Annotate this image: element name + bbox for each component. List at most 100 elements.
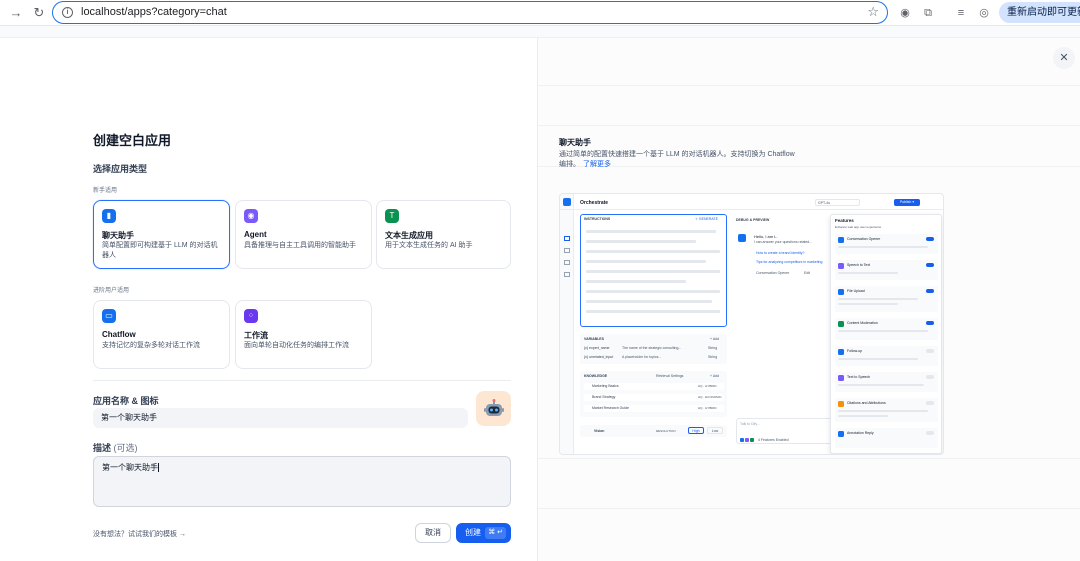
desc-label-row: 描述 (可选) <box>93 441 138 454</box>
description-textarea[interactable]: 第一个聊天助手 <box>93 456 511 507</box>
create-button[interactable]: 创建 ⌘ ↵ <box>456 523 511 543</box>
mock-text-line <box>838 246 928 248</box>
divider <box>93 380 511 381</box>
mock-text-line <box>586 250 720 253</box>
card-name: Chatflow <box>102 330 136 339</box>
app-header-strip <box>0 26 1080 38</box>
mock-knowledge-name: Marketing Basics <box>592 384 619 388</box>
mock-suggestion: How to create a brand identity? <box>756 251 805 255</box>
mock-features-sub: Enhance web app user experience <box>835 225 882 229</box>
mock-resolution-label: RESOLUTION <box>656 429 676 433</box>
mock-add-variable: + Add <box>710 337 720 341</box>
card-desc: 用于文本生成任务的 AI 助手 <box>385 242 473 249</box>
mock-feature-name: Annotation Reply <box>847 431 874 435</box>
mock-knowledge-tag: HQ · ECONOMIC <box>698 395 722 399</box>
card-name: Agent <box>244 230 267 239</box>
app-icon-picker[interactable] <box>476 391 511 426</box>
mock-text-line <box>586 240 696 243</box>
feature-icon <box>838 431 844 437</box>
mock-feature-name: Content Moderation <box>847 321 878 325</box>
mock-publish-button: Publish ▾ <box>894 199 920 206</box>
mock-text-line <box>838 298 918 300</box>
app-type-card-agent[interactable]: ◉ Agent 具备推理与自主工具调用的智能助手 <box>235 200 372 269</box>
shortcut-hint: ⌘ ↵ <box>485 527 506 539</box>
mock-knowledge-tag: HQ · HYBRID <box>698 384 717 388</box>
mock-instructions-label: INSTRUCTIONS <box>584 217 611 221</box>
extension-puzzle-icon[interactable]: ◉ <box>898 6 912 20</box>
mock-text-line <box>586 290 720 293</box>
gridline <box>538 458 1080 459</box>
media-control-icon[interactable]: ≡ <box>954 6 968 20</box>
mock-feature-dot <box>740 438 744 442</box>
mock-low-option: Low <box>707 427 723 434</box>
template-link[interactable]: 没有想法？试试我们的模板 → <box>93 529 186 539</box>
gridline <box>538 85 1080 86</box>
preview-panel: ✕ 聊天助手 通过简单的配置快速搭建一个基于 LLM 的对话机器人。支持切换为 … <box>537 38 1080 561</box>
app-type-card-chatflow[interactable]: ▭ Chatflow 支持记忆的复杂多轮对话工作流 <box>93 300 230 369</box>
mock-generate-button: ✧ GENERATE <box>695 217 718 221</box>
mock-nav-icon <box>564 248 570 253</box>
card-desc: 面向单轮自动化任务的编排工作流 <box>244 342 349 349</box>
mock-nav-icon <box>564 260 570 265</box>
mock-knowledge-tag: HQ · HYBRID <box>698 406 717 410</box>
update-button[interactable]: 重新启动即可更新 <box>999 2 1080 23</box>
address-bar[interactable]: i localhost/apps?category=chat ☆ <box>52 1 888 24</box>
mock-debug-label: DEBUG & PREVIEW <box>736 218 770 222</box>
text-gen-icon: T <box>385 209 399 223</box>
agent-icon: ◉ <box>244 209 258 223</box>
mock-sidebar <box>560 194 574 454</box>
mock-text-line <box>586 260 706 263</box>
mock-text-line <box>586 280 686 283</box>
profile-icon[interactable]: ◎ <box>977 6 991 20</box>
mock-features-enabled: 4 Features Enabled <box>758 438 789 442</box>
app-type-card-chat[interactable]: ▮ 聊天助手 简单配置即可构建基于 LLM 的对话机器人 <box>93 200 230 269</box>
app-type-card-text-gen[interactable]: T 文本生成应用 用于文本生成任务的 AI 助手 <box>376 200 511 269</box>
card-name: 聊天助手 <box>102 231 134 240</box>
mock-model-select: GPT-4o <box>815 199 860 206</box>
app-type-card-workflow[interactable]: ⁘ 工作流 面向单轮自动化任务的编排工作流 <box>235 300 372 369</box>
mock-feature-toggle <box>926 375 934 379</box>
feature-icon <box>838 375 844 381</box>
mock-feature-dot <box>750 438 754 442</box>
mock-feature-name: Follow-up <box>847 349 863 353</box>
mock-bot-avatar <box>738 234 746 242</box>
mock-var-desc: The name of the strategic consulting... <box>622 346 682 350</box>
extensions-icon[interactable]: ⧉ <box>921 6 935 20</box>
mock-add-knowledge: + Add <box>710 374 720 378</box>
site-info-icon[interactable]: i <box>62 7 73 18</box>
chat-icon: ▮ <box>102 209 116 223</box>
mock-text-line <box>838 330 928 332</box>
card-desc: 具备推理与自主工具调用的智能助手 <box>244 242 356 249</box>
robot-icon <box>483 398 504 416</box>
close-icon[interactable]: ✕ <box>1053 47 1075 69</box>
forward-icon[interactable]: → <box>8 5 24 21</box>
mock-greeting: Hello, I am L. <box>754 234 778 239</box>
mock-text-line <box>838 415 888 417</box>
mock-text-line <box>838 272 898 274</box>
mock-variables-label: VARIABLES <box>584 337 604 341</box>
app-name-input[interactable]: 第一个聊天助手 <box>93 408 468 428</box>
mock-suggestion: Tips for analyzing competitors in market… <box>756 260 823 264</box>
feature-icon <box>838 401 844 407</box>
mock-retrieval-settings: Retrieval Settings <box>656 374 684 378</box>
mock-var-type: String <box>708 355 718 359</box>
card-name: 文本生成应用 <box>385 231 433 240</box>
mock-text-line <box>838 384 924 386</box>
cancel-button[interactable]: 取消 <box>415 523 451 543</box>
feature-icon <box>838 263 844 269</box>
mock-nav-icon <box>564 236 570 241</box>
bookmark-star-icon[interactable]: ☆ <box>867 4 879 20</box>
gridline <box>538 125 1080 126</box>
mock-feature-name: Speech to Text <box>847 263 871 267</box>
card-desc: 支持记忆的复杂多轮对话工作流 <box>102 342 200 349</box>
mock-feature-name: Citations and Attributions <box>847 401 886 405</box>
preview-desc: 通过简单的配置快速搭建一个基于 LLM 的对话机器人。支持切换为 Chatflo… <box>559 150 799 170</box>
mock-var-desc: A placeholder for topics... <box>622 355 662 359</box>
feature-icon <box>838 321 844 327</box>
mock-feature-dot <box>745 438 749 442</box>
desc-optional: (可选) <box>113 443 138 453</box>
reload-icon[interactable]: ↻ <box>31 5 47 21</box>
learn-more-link[interactable]: 了解更多 <box>583 161 611 168</box>
url-text[interactable]: localhost/apps?category=chat <box>81 6 227 18</box>
text-caret <box>158 463 159 473</box>
